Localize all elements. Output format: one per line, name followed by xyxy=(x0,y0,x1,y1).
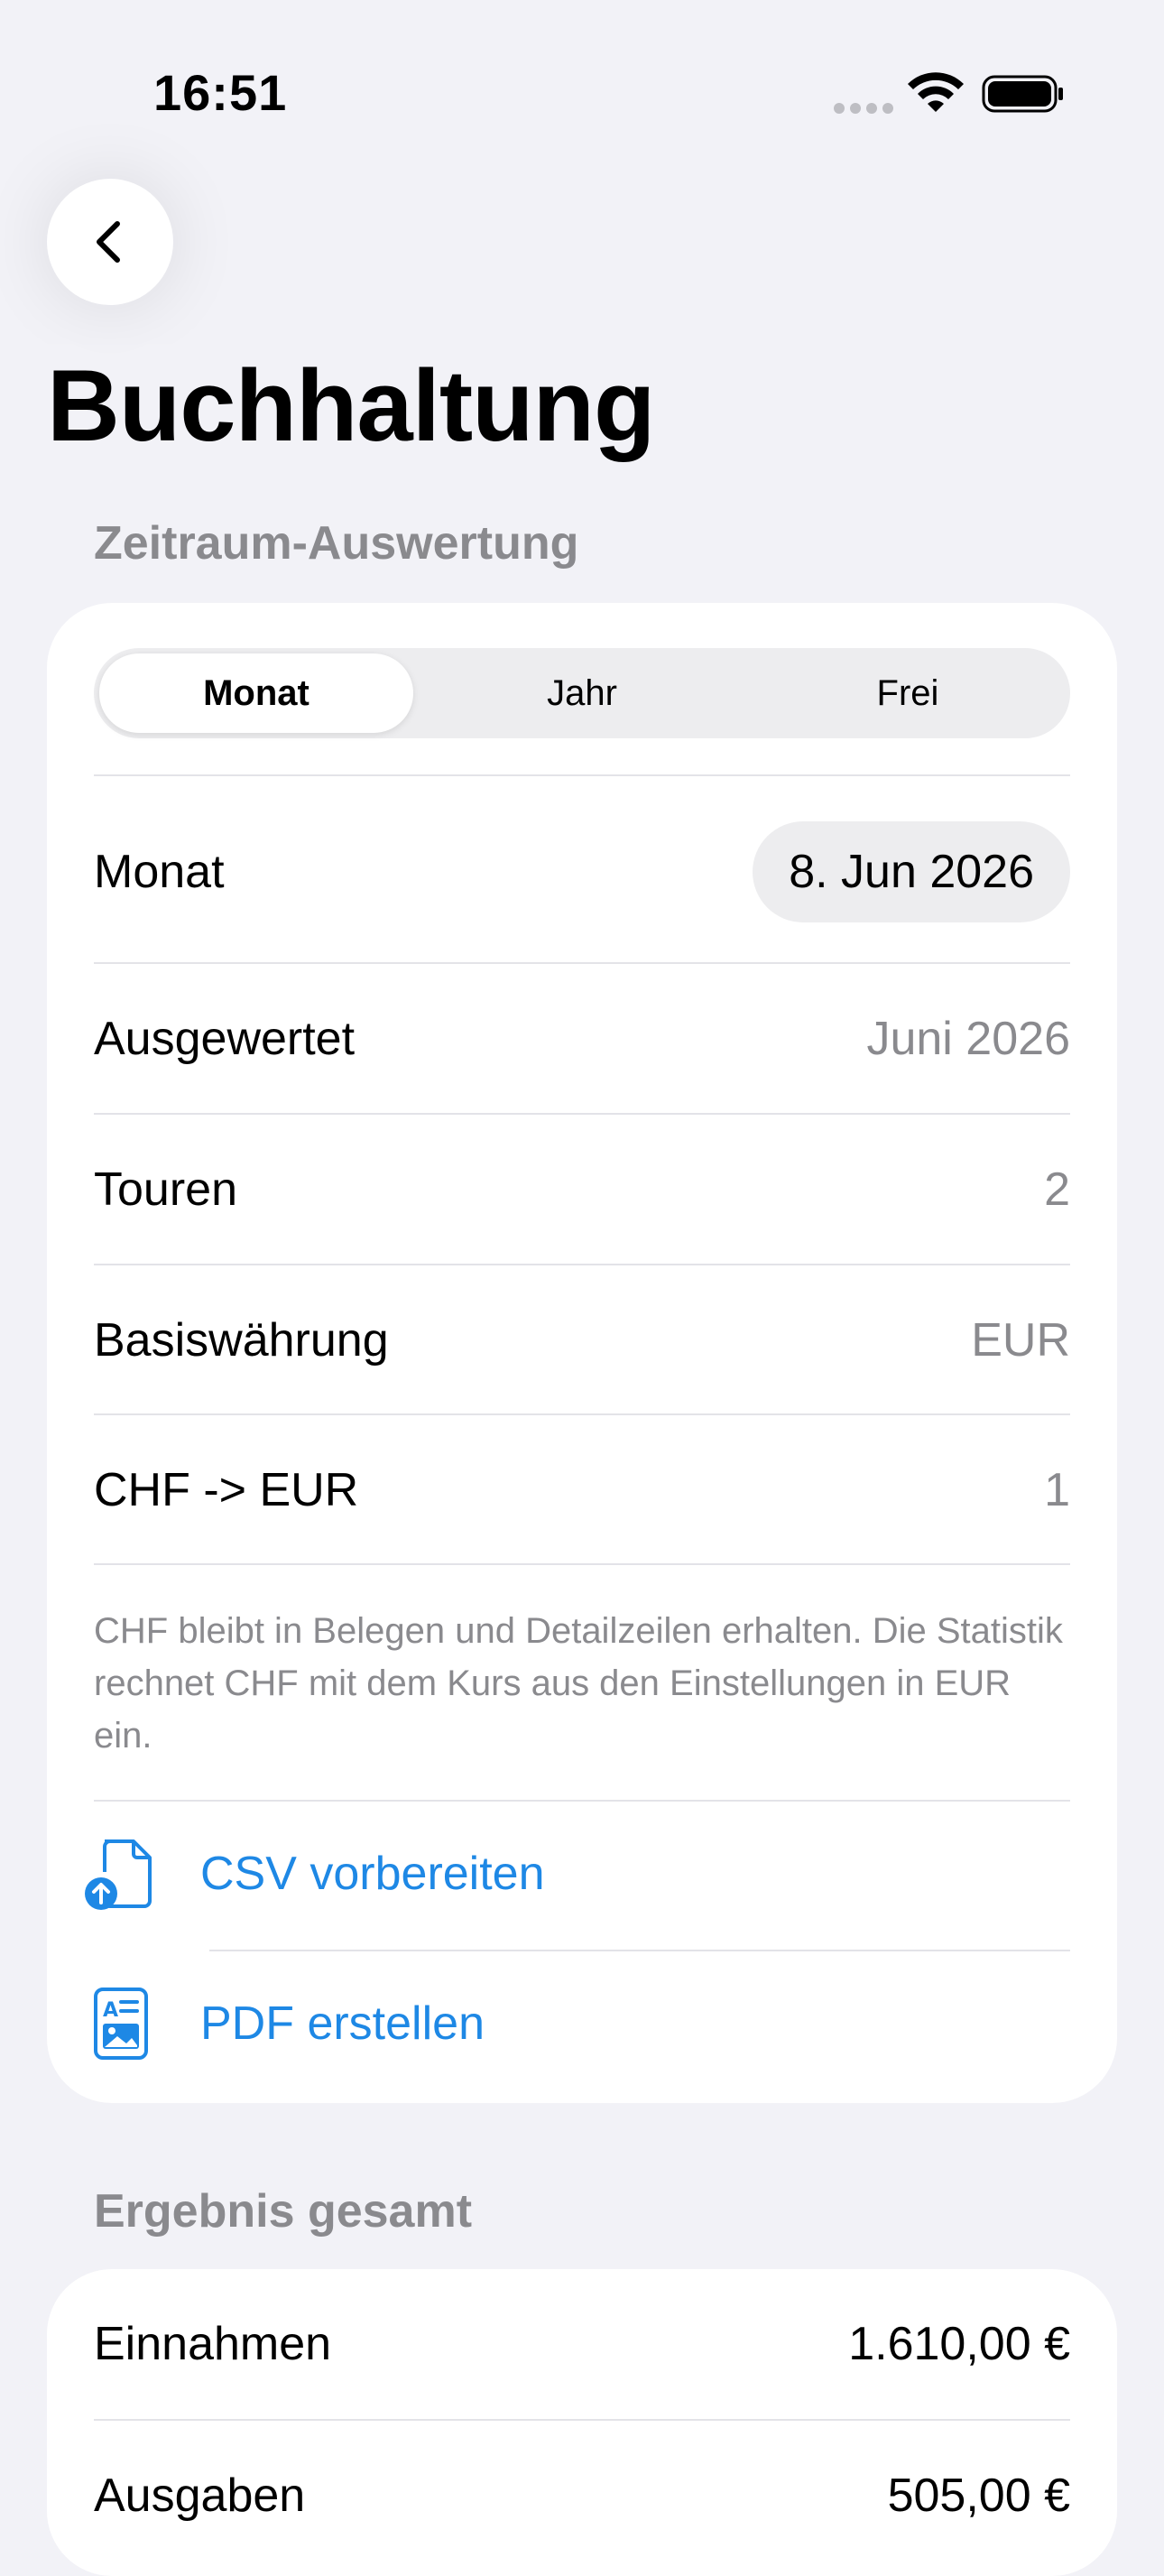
tours-label: Touren xyxy=(94,1163,237,1216)
segment-month[interactable]: Monat xyxy=(99,653,413,733)
status-bar: 16:51 xyxy=(0,0,1164,181)
month-row: Monat 8. Jun 2026 xyxy=(94,782,1070,962)
result-card: Einnahmen 1.610,00 € Ausgaben 505,00 € xyxy=(47,2269,1117,2576)
divider xyxy=(94,1563,1070,1565)
exchange-rate-label: CHF -> EUR xyxy=(94,1464,359,1516)
document-upload-icon xyxy=(83,1836,159,1912)
tours-value: 2 xyxy=(1044,1163,1070,1216)
segment-year[interactable]: Jahr xyxy=(425,653,739,733)
expenses-row: Ausgaben 505,00 € xyxy=(94,2421,1070,2571)
base-currency-label: Basiswährung xyxy=(94,1314,389,1367)
back-button[interactable] xyxy=(47,179,173,305)
pdf-export-label: PDF erstellen xyxy=(200,1997,485,2050)
csv-export-label: CSV vorbereiten xyxy=(200,1848,545,1900)
wifi-icon xyxy=(908,72,964,112)
currency-note: CHF bleibt in Belegen und Detailzeilen e… xyxy=(94,1611,1063,1756)
expenses-value: 505,00 € xyxy=(887,2469,1070,2522)
battery-icon xyxy=(982,75,1063,113)
evaluated-label: Ausgewertet xyxy=(94,1013,356,1065)
income-row: Einnahmen 1.610,00 € xyxy=(94,2269,1070,2419)
svg-text:A: A xyxy=(103,1999,118,2022)
period-segmented-control: Monat Jahr Frei xyxy=(94,648,1070,738)
evaluated-row: Ausgewertet Juni 2026 xyxy=(94,964,1070,1114)
section-header-period: Zeitraum-Auswertung xyxy=(94,517,579,570)
section-header-result: Ergebnis gesamt xyxy=(94,2185,473,2238)
pdf-export-button[interactable]: A PDF erstellen xyxy=(83,1951,1070,2096)
base-currency-row: Basiswährung EUR xyxy=(94,1265,1070,1415)
cellular-signal-icon xyxy=(834,103,893,114)
csv-export-button[interactable]: CSV vorbereiten xyxy=(83,1802,1070,1946)
page-title: Buchhaltung xyxy=(47,349,655,462)
chevron-left-icon xyxy=(97,221,120,263)
period-card: Monat Jahr Frei Monat 8. Jun 2026 Ausgew… xyxy=(47,603,1117,2103)
evaluated-value: Juni 2026 xyxy=(866,1013,1070,1065)
base-currency-value: EUR xyxy=(971,1314,1070,1367)
exchange-rate-value: 1 xyxy=(1044,1464,1070,1516)
tours-row: Touren 2 xyxy=(94,1115,1070,1265)
income-value: 1.610,00 € xyxy=(848,2318,1070,2370)
month-label: Monat xyxy=(94,846,225,898)
document-image-icon: A xyxy=(83,1986,159,2062)
income-label: Einnahmen xyxy=(94,2318,332,2370)
month-date-picker[interactable]: 8. Jun 2026 xyxy=(753,821,1070,922)
segment-custom[interactable]: Frei xyxy=(751,653,1065,733)
exchange-rate-row: CHF -> EUR 1 xyxy=(94,1415,1070,1565)
expenses-label: Ausgaben xyxy=(94,2469,306,2522)
divider xyxy=(94,774,1070,776)
status-time: 16:51 xyxy=(153,64,288,121)
